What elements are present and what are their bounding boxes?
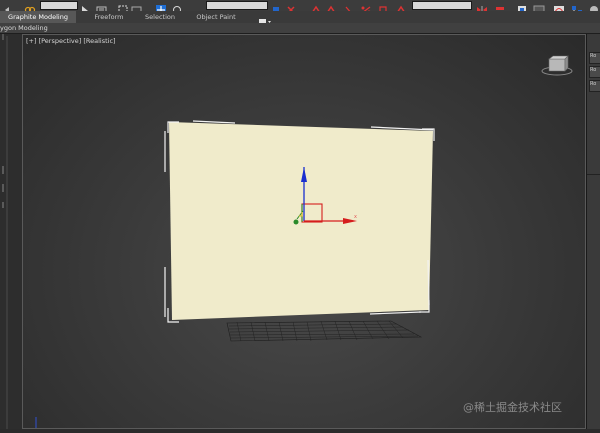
command-panel-button-2[interactable]: Ro [589,66,600,78]
tab-object-paint[interactable]: Object Paint [185,11,247,23]
viewport-scene [35,120,435,428]
tab-graphite-modeling-tools[interactable]: Graphite Modeling Tools [0,11,76,33]
command-panel-button-1[interactable]: Ro [589,52,600,64]
align-icon[interactable] [494,0,506,14]
curve-editor-icon[interactable] [553,0,565,14]
edit-named-selection-icon[interactable] [395,0,407,14]
selection-filter-dropdown[interactable] [40,1,78,10]
ground-grid [226,320,423,342]
tab-freeform[interactable]: Freeform [80,11,138,23]
select-by-name-icon[interactable] [96,0,108,14]
percent-snap-icon[interactable] [360,0,372,14]
command-panel-rollout[interactable] [587,174,600,355]
polygon-modeling-panel[interactable]: ygon Modeling [0,23,600,34]
tab-selection[interactable]: Selection [140,11,180,23]
perspective-viewport[interactable]: [+] [Perspective] [Realistic] x [22,34,586,429]
move-icon[interactable] [155,0,167,15]
polygon-modeling-label: ygon Modeling [0,24,48,32]
named-selection-sets-dropdown[interactable] [412,1,472,10]
gizmo-x-axis-label: x [354,214,357,220]
ribbon-options-button[interactable] [256,12,274,24]
left-command-strip [0,34,23,429]
command-panel-button-3[interactable]: Ro [589,80,600,92]
angle-snap-icon[interactable] [342,0,354,15]
rectangular-selection-icon[interactable] [118,0,128,15]
schematic-view-icon[interactable] [571,0,583,14]
window-crossing-icon[interactable] [131,0,143,14]
reference-coordinate-dropdown[interactable] [206,1,268,10]
pivot-icon[interactable] [271,0,281,13]
watermark: @稀土掘金技术社区 [463,401,562,414]
select-object-icon[interactable] [80,0,90,14]
spinner-snap-icon[interactable] [377,0,389,14]
layer-manager-icon[interactable] [516,0,528,14]
link-icon[interactable] [24,0,36,14]
graphite-toggle-icon[interactable] [533,0,545,15]
rotate-icon[interactable] [172,0,182,14]
viewcube[interactable] [539,55,575,77]
undo-icon[interactable] [3,0,12,13]
mirror-icon[interactable] [476,0,488,14]
snap-3d-icon[interactable] [325,0,337,14]
command-panel: Ro Ro Ro [586,34,600,429]
material-editor-icon[interactable] [589,0,600,14]
snap-2d-icon[interactable] [310,0,322,15]
plane-object[interactable] [169,122,433,320]
select-manipulate-icon[interactable] [286,0,296,14]
left-strip-ticks [2,34,8,429]
